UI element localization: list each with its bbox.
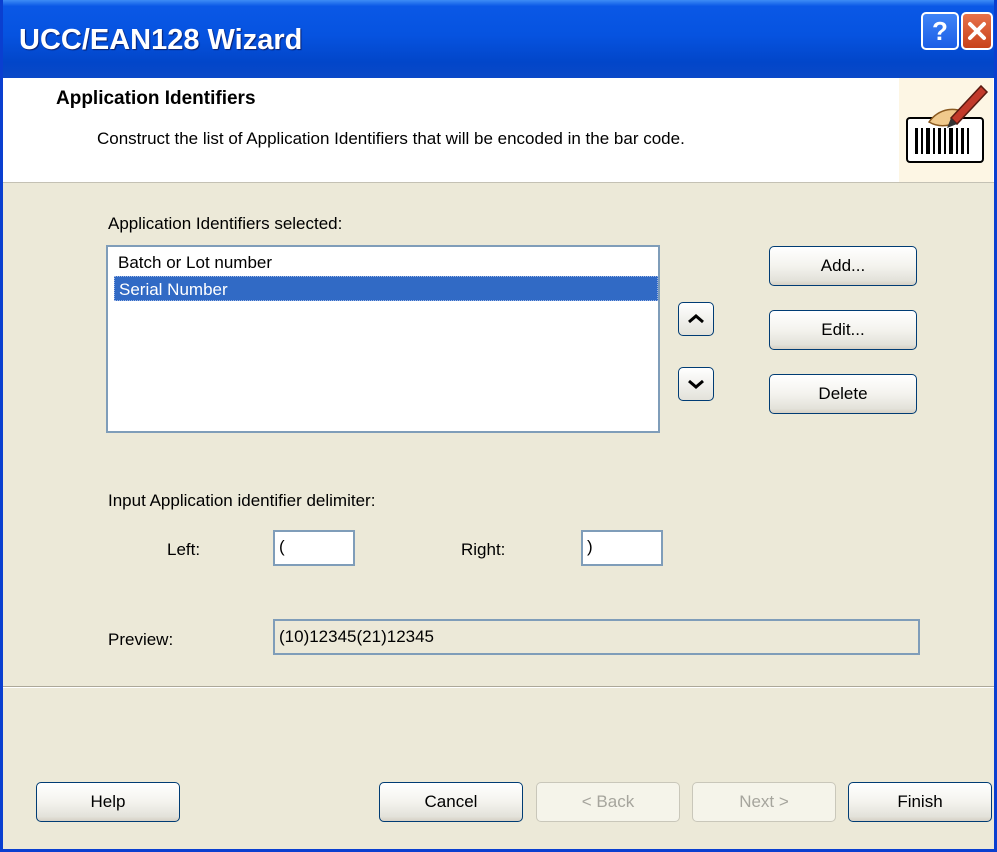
wizard-window: UCC/EAN128 Wizard ? Application Identifi…: [0, 0, 997, 852]
back-button[interactable]: < Back: [536, 782, 680, 822]
selected-identifiers-list[interactable]: Batch or Lot number Serial Number: [106, 245, 660, 433]
svg-text:?: ?: [932, 18, 948, 44]
delete-button[interactable]: Delete: [769, 374, 917, 414]
title-bar[interactable]: UCC/EAN128 Wizard ?: [3, 0, 994, 78]
cancel-button-label: Cancel: [424, 792, 478, 811]
move-down-button[interactable]: [678, 367, 714, 401]
help-question-icon[interactable]: ?: [921, 12, 959, 50]
cancel-button[interactable]: Cancel: [379, 782, 523, 822]
barcode-wizard-icon: [899, 78, 993, 182]
close-icon[interactable]: [961, 12, 993, 50]
left-delimiter-label: Left:: [167, 540, 201, 559]
wizard-header: Application Identifiers Construct the li…: [3, 78, 994, 183]
add-button-label: Add...: [820, 256, 866, 275]
chevron-down-icon: [688, 379, 704, 389]
finish-button-label: Finish: [897, 792, 943, 811]
page-title: Application Identifiers: [56, 88, 256, 109]
selected-list-label: Application Identifiers selected:: [108, 214, 343, 233]
next-button[interactable]: Next >: [692, 782, 836, 822]
list-item-selected[interactable]: Serial Number: [114, 276, 658, 301]
edit-button-label: Edit...: [821, 320, 865, 339]
list-item[interactable]: Batch or Lot number: [114, 250, 658, 275]
preview-label: Preview:: [108, 630, 174, 649]
window-title: UCC/EAN128 Wizard: [19, 24, 303, 56]
add-button[interactable]: Add...: [769, 246, 917, 286]
move-up-button[interactable]: [678, 302, 714, 336]
help-button-label: Help: [90, 792, 126, 811]
left-delimiter-input[interactable]: (: [273, 530, 355, 566]
finish-button[interactable]: Finish: [848, 782, 992, 822]
delimiter-label: Input Application identifier delimiter:: [108, 491, 376, 510]
chevron-up-icon: [688, 314, 704, 324]
edit-button[interactable]: Edit...: [769, 310, 917, 350]
footer-divider: [3, 686, 994, 688]
right-delimiter-input[interactable]: ): [581, 530, 663, 566]
next-button-label: Next >: [739, 792, 789, 811]
right-delimiter-label: Right:: [461, 540, 506, 559]
back-button-label: < Back: [581, 792, 635, 811]
page-subtitle: Construct the list of Application Identi…: [97, 129, 685, 148]
preview-field: (10)12345(21)12345: [273, 619, 920, 655]
delete-button-label: Delete: [818, 384, 868, 403]
help-button[interactable]: Help: [36, 782, 180, 822]
